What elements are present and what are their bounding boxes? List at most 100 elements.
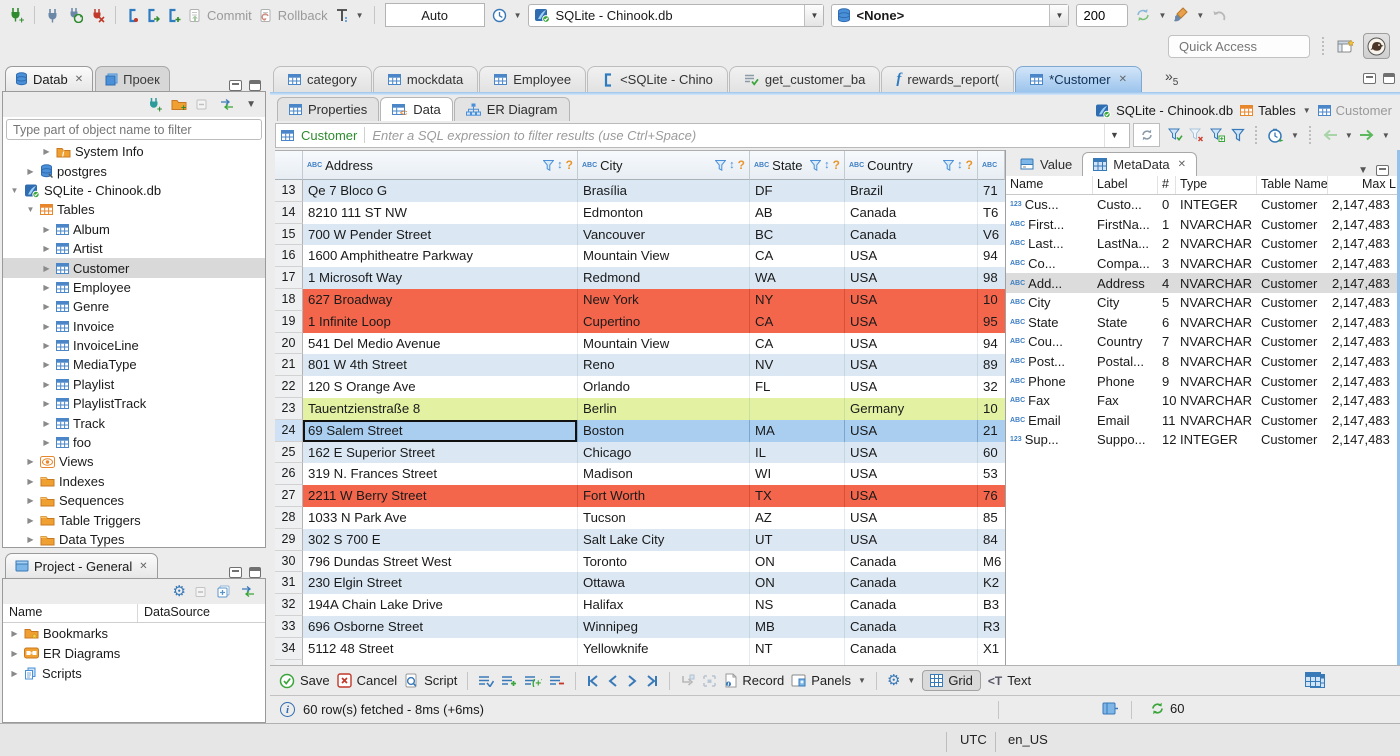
column-header-datasource[interactable]: DataSource xyxy=(138,604,216,622)
row-number[interactable]: 20 xyxy=(275,332,303,355)
chevron-collapsed-icon[interactable]: ▶ xyxy=(41,399,52,408)
cell-city[interactable]: Tucson xyxy=(578,506,750,529)
cell-country[interactable]: USA xyxy=(845,419,978,442)
chevron-collapsed-icon[interactable]: ▶ xyxy=(41,322,52,331)
cell-country[interactable]: USA xyxy=(845,288,978,311)
cell-city[interactable]: Reno xyxy=(578,354,750,377)
tree-item-foo[interactable]: ▶ foo xyxy=(3,433,265,452)
cell-postalcode[interactable]: T6 xyxy=(978,202,1005,224)
cell-address[interactable]: 162 E Superior Street xyxy=(303,441,578,464)
minimize-icon[interactable] xyxy=(1376,165,1389,176)
cell-address[interactable]: 696 Osborne Street xyxy=(303,615,578,638)
tree-item-data-types[interactable]: ▶ Data Types xyxy=(3,530,265,547)
undo-icon[interactable] xyxy=(1211,8,1227,23)
cell-postalcode[interactable]: 32 xyxy=(978,376,1005,398)
meta-column-header[interactable]: Label xyxy=(1093,176,1158,194)
cell-postalcode[interactable]: 60 xyxy=(978,442,1005,464)
filter-save-icon[interactable] xyxy=(1210,128,1225,142)
grid-view-button[interactable]: Grid xyxy=(922,670,981,691)
project-item-bookmarks[interactable]: ▶ Bookmarks xyxy=(3,623,265,643)
save-button[interactable]: Save xyxy=(279,673,330,689)
chevron-collapsed-icon[interactable]: ▶ xyxy=(41,438,52,447)
cell-postalcode[interactable]: 76 xyxy=(978,485,1005,507)
tree-item-invoice[interactable]: ▶ Invoice xyxy=(3,317,265,336)
locale-indicator[interactable]: en_US xyxy=(1008,732,1048,747)
cell-state[interactable]: AB xyxy=(750,201,845,224)
tab-projects[interactable]: Проек xyxy=(95,66,170,91)
fetch-size-input[interactable] xyxy=(1076,3,1129,27)
chevron-collapsed-icon[interactable]: ▶ xyxy=(25,167,36,176)
sort-icon[interactable]: ↕ xyxy=(729,159,735,171)
sql-format-button[interactable]: ▼ xyxy=(1173,7,1204,23)
navigate-back-button[interactable]: ▼ xyxy=(1322,129,1353,141)
cell-city[interactable]: Boston xyxy=(578,419,750,442)
meta-column-header[interactable]: Name xyxy=(1006,176,1093,194)
auto-refresh-status[interactable]: 60 xyxy=(1150,701,1184,716)
chevron-collapsed-icon[interactable]: ▶ xyxy=(9,629,20,638)
chevron-collapsed-icon[interactable]: ▶ xyxy=(41,380,52,389)
new-connection-icon[interactable]: + xyxy=(8,7,24,23)
meta-column-header[interactable]: Type xyxy=(1176,176,1257,194)
auto-refresh-button[interactable]: ▼ xyxy=(1268,128,1299,143)
chevron-collapsed-icon[interactable]: ▶ xyxy=(9,649,20,658)
cell-country[interactable]: USA xyxy=(845,463,978,486)
cell-postalcode[interactable]: B3 xyxy=(978,594,1005,616)
chevron-collapsed-icon[interactable]: ▶ xyxy=(25,477,36,486)
cell-address[interactable]: 5112 48 Street xyxy=(303,637,578,660)
editor-tab-category[interactable]: category xyxy=(273,66,372,92)
column-header-postal[interactable]: ABC xyxy=(978,151,1005,180)
cell-country[interactable]: USA xyxy=(845,376,978,398)
metadata-row[interactable]: 123 Sup... Suppo... 12 INTEGER Customer 2… xyxy=(1006,430,1397,450)
cell-state[interactable]: NY xyxy=(750,288,845,311)
cell-country[interactable]: USA xyxy=(845,332,978,355)
cell-address[interactable]: 801 W 4th Street xyxy=(303,354,578,377)
row-number[interactable]: 27 xyxy=(275,485,303,507)
chevron-collapsed-icon[interactable]: ▶ xyxy=(25,457,36,466)
connect-icon[interactable] xyxy=(45,8,60,23)
cell-city[interactable]: Madison xyxy=(578,463,750,486)
filter-icon[interactable] xyxy=(715,159,727,171)
add-row-icon[interactable] xyxy=(501,674,517,687)
chevron-expanded-icon[interactable]: ▼ xyxy=(9,186,20,195)
connection-dropdown-button[interactable]: ▼ xyxy=(804,4,824,26)
cell-address[interactable]: 1 Infinite Loop xyxy=(303,310,578,333)
row-number[interactable]: 17 xyxy=(275,267,303,289)
tree-item-sequences[interactable]: ▶ Sequences xyxy=(3,491,265,510)
cell-address[interactable]: 541 Del Medio Avenue xyxy=(303,332,578,355)
cell-state[interactable]: WA xyxy=(750,267,845,289)
new-connection-icon[interactable]: + xyxy=(147,97,162,112)
cell-country[interactable]: Canada xyxy=(845,572,978,595)
cell-postalcode[interactable]: 94 xyxy=(978,333,1005,355)
object-filter-input[interactable] xyxy=(6,119,262,140)
tree-item-customer[interactable]: ▶ Customer xyxy=(3,258,265,278)
meta-column-header[interactable]: Max L xyxy=(1328,176,1397,194)
metadata-row[interactable]: ABC State State 6 NVARCHAR Customer 2,147… xyxy=(1006,313,1397,333)
tab-properties[interactable]: Properties xyxy=(277,97,380,121)
row-number[interactable]: 23 xyxy=(275,397,303,420)
link-with-editor-icon[interactable] xyxy=(240,585,256,598)
cell-postalcode[interactable]: 89 xyxy=(978,354,1005,376)
cell-postalcode[interactable]: M6 xyxy=(978,551,1005,573)
project-item-er-diagrams[interactable]: ▶ ER Diagrams xyxy=(3,643,265,663)
last-record-icon[interactable] xyxy=(645,674,659,688)
chevron-collapsed-icon[interactable]: ▶ xyxy=(9,669,20,678)
column-header-state[interactable]: ABC State ↕ ? xyxy=(750,151,845,180)
cell-address[interactable]: Qe 7 Bloco G xyxy=(303,180,578,202)
fetch-next-page-icon[interactable] xyxy=(680,674,695,688)
cell-city[interactable]: Orlando xyxy=(578,376,750,398)
cell-country[interactable]: Canada xyxy=(845,594,978,616)
filter-remove-icon[interactable] xyxy=(1189,128,1204,142)
navigate-forward-button[interactable]: ▼ xyxy=(1359,129,1390,141)
cell-city[interactable]: New York xyxy=(578,288,750,311)
cell-state[interactable]: MB xyxy=(750,615,845,638)
column-header-country[interactable]: ABC Country ↕ ? xyxy=(845,151,978,180)
transaction-filter-button[interactable]: ▼ xyxy=(335,8,364,23)
metadata-row[interactable]: ABC City City 5 NVARCHAR Customer 2,147,4… xyxy=(1006,293,1397,313)
previous-record-icon[interactable] xyxy=(607,674,619,688)
cell-state[interactable]: UT xyxy=(750,528,845,551)
cell-address[interactable]: 120 S Orange Ave xyxy=(303,376,578,398)
tree-item-views[interactable]: ▶ Views xyxy=(3,452,265,471)
tree-item-system-info[interactable]: ▶ i System Info xyxy=(3,142,265,161)
tree-item-employee[interactable]: ▶ Employee xyxy=(3,278,265,297)
tree-item-mediatype[interactable]: ▶ MediaType xyxy=(3,355,265,374)
